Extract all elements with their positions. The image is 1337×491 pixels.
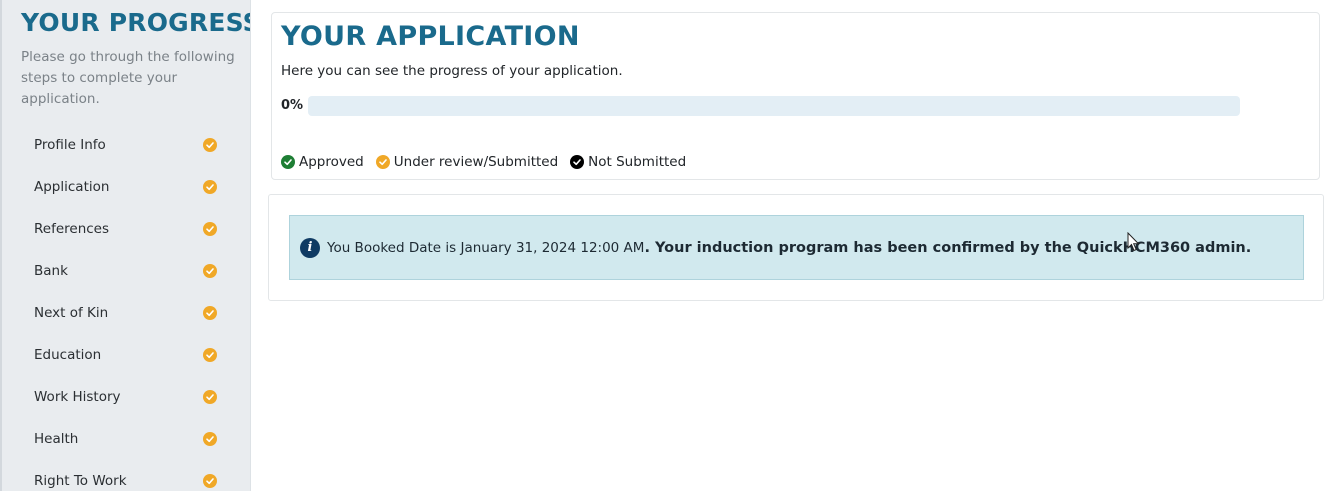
legend-not-submitted-label: Not Submitted	[588, 154, 687, 170]
step-label: References	[34, 221, 110, 237]
booked-date-text: You Booked Date is January 31, 2024 12:0…	[327, 239, 645, 256]
step-education[interactable]: Education	[2, 334, 250, 376]
step-label: Profile Info	[34, 137, 106, 153]
info-icon: i	[300, 237, 320, 258]
step-label: Next of Kin	[34, 305, 109, 321]
check-circle-icon	[203, 138, 217, 152]
legend-under-review: Under review/Submitted	[375, 154, 559, 170]
step-label: Work History	[34, 389, 121, 405]
legend-under-review-label: Under review/Submitted	[393, 154, 559, 170]
step-application[interactable]: Application	[2, 166, 250, 208]
check-circle-icon	[203, 264, 217, 278]
progress-percent-label: 0%	[281, 98, 304, 113]
page-subtitle: Here you can see the progress of your ap…	[281, 63, 623, 79]
check-circle-icon	[203, 348, 217, 362]
progress-bar	[308, 96, 1240, 116]
step-profile-info[interactable]: Profile Info	[2, 124, 250, 166]
step-references[interactable]: References	[2, 208, 250, 250]
check-circle-icon	[570, 155, 585, 169]
check-circle-icon	[203, 306, 217, 320]
check-circle-icon	[281, 155, 295, 169]
sidebar-description: Please go through the following steps to…	[21, 49, 235, 107]
step-label: Education	[34, 347, 102, 363]
induction-notice-card: i You Booked Date is January 31, 2024 12…	[268, 194, 1324, 301]
info-alert: i You Booked Date is January 31, 2024 12…	[289, 215, 1304, 280]
check-circle-icon	[203, 390, 217, 404]
check-circle-icon	[203, 474, 217, 488]
legend-not-submitted: Not Submitted	[570, 154, 686, 170]
sidebar-title: YOUR PROGRESS	[21, 8, 251, 37]
step-label: Right To Work	[34, 473, 127, 489]
step-label: Bank	[34, 263, 68, 279]
legend-approved: Approved	[281, 154, 364, 170]
step-work-history[interactable]: Work History	[2, 376, 250, 418]
legend-approved-label: Approved	[299, 154, 364, 170]
progress-sidebar: YOUR PROGRESS Please go through the foll…	[0, 0, 251, 491]
check-circle-icon	[203, 180, 217, 194]
steps-list: Profile Info Application References Bank…	[2, 124, 250, 491]
application-progress-card: YOUR APPLICATION Here you can see the pr…	[271, 12, 1320, 180]
status-legend: Approved Under review/Submitted Not Subm…	[281, 154, 698, 170]
step-label: Application	[34, 179, 110, 195]
page-title: YOUR APPLICATION	[281, 21, 580, 52]
induction-confirmed-text: . Your induction program has been confir…	[644, 239, 1252, 256]
step-right-to-work[interactable]: Right To Work	[2, 460, 250, 491]
step-label: Health	[34, 431, 79, 447]
step-next-of-kin[interactable]: Next of Kin	[2, 292, 250, 334]
step-health[interactable]: Health	[2, 418, 250, 460]
check-circle-icon	[203, 222, 217, 236]
check-circle-icon	[203, 432, 217, 446]
check-circle-icon	[375, 155, 390, 169]
mouse-pointer-icon	[1127, 232, 1140, 252]
step-bank[interactable]: Bank	[2, 250, 250, 292]
